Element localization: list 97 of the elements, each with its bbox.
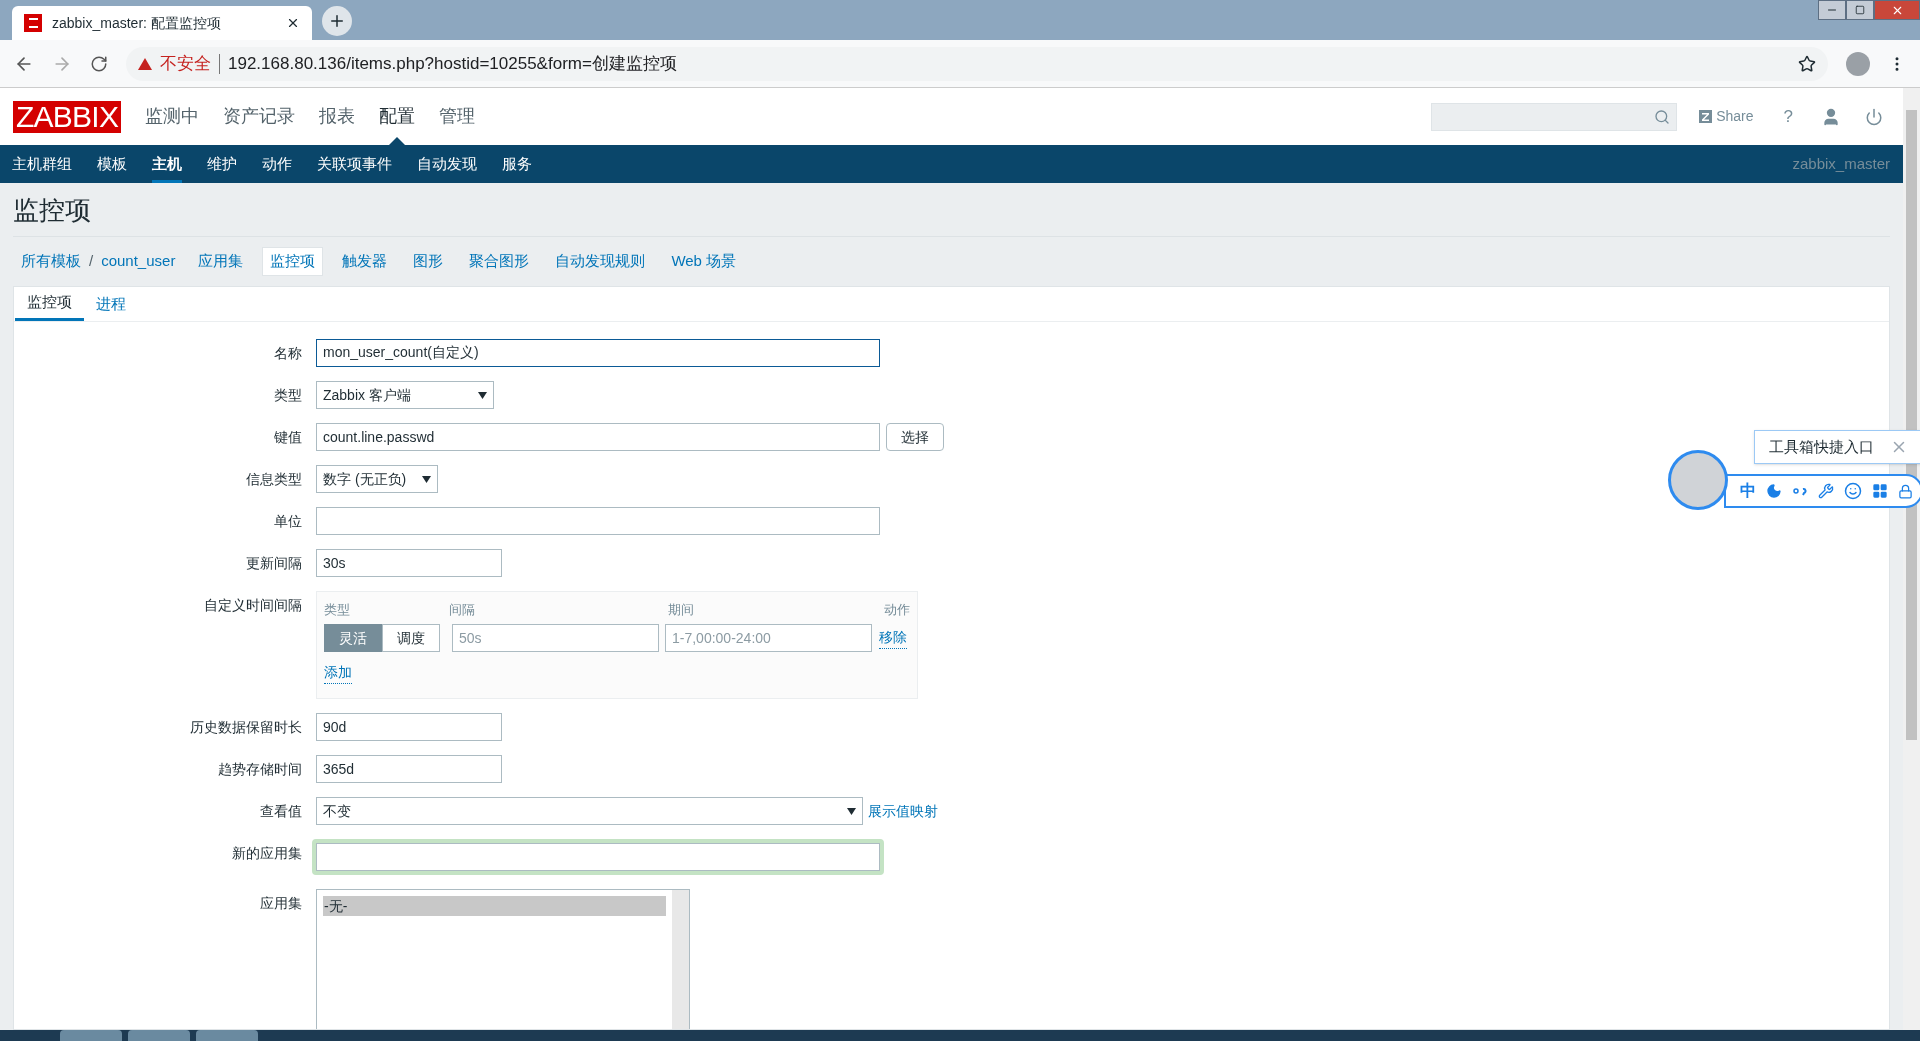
zabbix-logo[interactable]: ZABBIX — [13, 100, 122, 133]
submenu-item[interactable]: 主机群组 — [12, 145, 72, 183]
dropdown-arrow-icon — [478, 391, 487, 399]
text-field[interactable] — [316, 507, 880, 535]
submenu-item[interactable]: 动作 — [262, 145, 292, 183]
tab-title: zabbix_master: 配置监控项 — [52, 13, 222, 33]
item-nav-link[interactable]: Web 场景 — [664, 248, 744, 275]
search-field[interactable] — [1431, 102, 1678, 131]
field-label: 新的应用集 — [231, 844, 303, 863]
page-scrollbar[interactable] — [1903, 88, 1920, 1030]
url-text: 192.168.80.136/items.php?hostid=10255&form=创建监控项 — [228, 52, 677, 75]
submenu-item[interactable]: 模板 — [97, 145, 127, 183]
mode-toggle[interactable]: 调度 — [382, 624, 440, 652]
field-label: 单位 — [273, 512, 303, 531]
dropdown-arrow-icon — [422, 475, 431, 483]
breadcrumb-separator: / — [89, 251, 94, 272]
column-header: 动作 — [883, 601, 910, 620]
field-label: 键值 — [273, 428, 303, 447]
period-field[interactable]: 1-7,00:00-24:00 — [665, 624, 872, 652]
field-label: 名称 — [273, 344, 303, 363]
address-bar[interactable]: 不安全 192.168.80.136/items.php?hostid=10255&form=创建监控项 — [126, 46, 1828, 81]
tooltip-text: 工具箱快捷入口 — [1769, 436, 1874, 457]
moon-icon[interactable] — [1766, 483, 1782, 499]
field-label: 趋势存储时间 — [217, 760, 303, 779]
dropdown-arrow-icon — [847, 807, 856, 815]
logout-icon[interactable] — [1865, 107, 1883, 126]
field-label: 历史数据保留时长 — [189, 718, 303, 737]
plus-icon — [328, 12, 346, 30]
text-field[interactable]: mon_user_count(自定义) — [316, 339, 880, 367]
search-icon[interactable] — [1654, 108, 1671, 125]
field-label: 更新间隔 — [245, 554, 303, 573]
user-profile-icon[interactable] — [1821, 106, 1841, 127]
field-label: 自定义时间间隔 — [203, 596, 303, 615]
field-label: 查看值 — [259, 802, 303, 821]
submenu-item[interactable]: 自动发现 — [417, 145, 477, 183]
maximize-icon — [1855, 5, 1865, 15]
text-field[interactable]: 30s — [316, 549, 502, 577]
field-label: 信息类型 — [245, 470, 303, 489]
main-menu-item[interactable]: 管理 — [427, 88, 488, 145]
text-field[interactable] — [312, 839, 884, 875]
form-tab[interactable]: 监控项 — [15, 287, 84, 321]
close-icon[interactable] — [286, 16, 300, 30]
item-nav-link[interactable]: 聚合图形 — [462, 248, 537, 275]
add-link[interactable]: 添加 — [324, 662, 352, 684]
smile-icon[interactable] — [1844, 482, 1862, 500]
column-header: 间隔 — [449, 601, 476, 620]
text-field[interactable]: 365d — [316, 755, 502, 783]
item-nav-link[interactable]: 图形 — [406, 248, 451, 275]
main-menu-item[interactable]: 资产记录 — [211, 88, 308, 145]
not-secure-label: 不安全 — [160, 52, 211, 75]
close-window-button[interactable] — [1874, 0, 1920, 20]
share-link[interactable]: Share — [1699, 106, 1754, 127]
text-field[interactable]: 90d — [316, 713, 502, 741]
field-label: 应用集 — [259, 894, 303, 913]
chinese-mode-toggle[interactable]: 中 — [1740, 479, 1756, 503]
wrench-icon[interactable] — [1818, 483, 1834, 499]
item-nav-link[interactable]: 监控项 — [262, 247, 324, 276]
submenu-item[interactable]: 主机 — [152, 145, 182, 183]
column-header: 类型 — [324, 601, 351, 620]
select-button[interactable]: 选择 — [886, 423, 944, 451]
warning-icon — [138, 57, 152, 70]
dropdown[interactable]: 数字 (无正负) — [316, 465, 438, 493]
submenu-item[interactable]: 服务 — [502, 145, 532, 183]
breadcrumb-link[interactable]: 所有模板 — [21, 250, 81, 273]
lock-icon[interactable] — [1898, 483, 1913, 499]
item-nav-link[interactable]: 自动发现规则 — [548, 248, 653, 275]
server-name: zabbix_master — [1792, 153, 1890, 174]
interval-field[interactable]: 50s — [452, 624, 659, 652]
new-tab-button[interactable] — [322, 6, 352, 36]
grid-icon[interactable] — [1872, 483, 1888, 499]
remove-link[interactable]: 移除 — [879, 627, 907, 649]
bookmark-star-icon[interactable] — [1798, 54, 1816, 73]
main-menu-item[interactable]: 报表 — [307, 88, 368, 145]
reload-icon[interactable] — [90, 54, 108, 73]
breadcrumb-link[interactable]: count_user — [101, 250, 176, 273]
zabbix-share-icon — [1699, 110, 1713, 123]
profile-avatar[interactable] — [1846, 51, 1870, 76]
dropdown[interactable]: Zabbix 客户端 — [316, 381, 494, 409]
maximize-button[interactable] — [1846, 0, 1874, 20]
submenu-item[interactable]: 关联项事件 — [317, 145, 392, 183]
zabbix-favicon-icon — [24, 14, 42, 32]
form-tab[interactable]: 进程 — [84, 287, 138, 321]
listbox[interactable]: -无- — [316, 889, 690, 1029]
list-option[interactable]: -无- — [323, 896, 666, 916]
submenu-item[interactable]: 维护 — [207, 145, 237, 183]
help-link[interactable]: ? — [1783, 103, 1793, 130]
text-field[interactable]: count.line.passwd — [316, 423, 880, 451]
item-nav-link[interactable]: 触发器 — [335, 248, 395, 275]
item-nav-link[interactable]: 应用集 — [191, 248, 251, 275]
minimize-button[interactable] — [1818, 0, 1846, 20]
value-map-link[interactable]: 展示值映射 — [868, 800, 938, 822]
field-label: 类型 — [273, 386, 303, 405]
dropdown[interactable]: 不变 — [316, 797, 863, 825]
page-title: 监控项 — [13, 194, 92, 227]
main-menu-item[interactable]: 监测中 — [133, 88, 212, 145]
browser-tab[interactable]: zabbix_master: 配置监控项 — [12, 6, 312, 40]
column-header: 期间 — [667, 601, 695, 620]
